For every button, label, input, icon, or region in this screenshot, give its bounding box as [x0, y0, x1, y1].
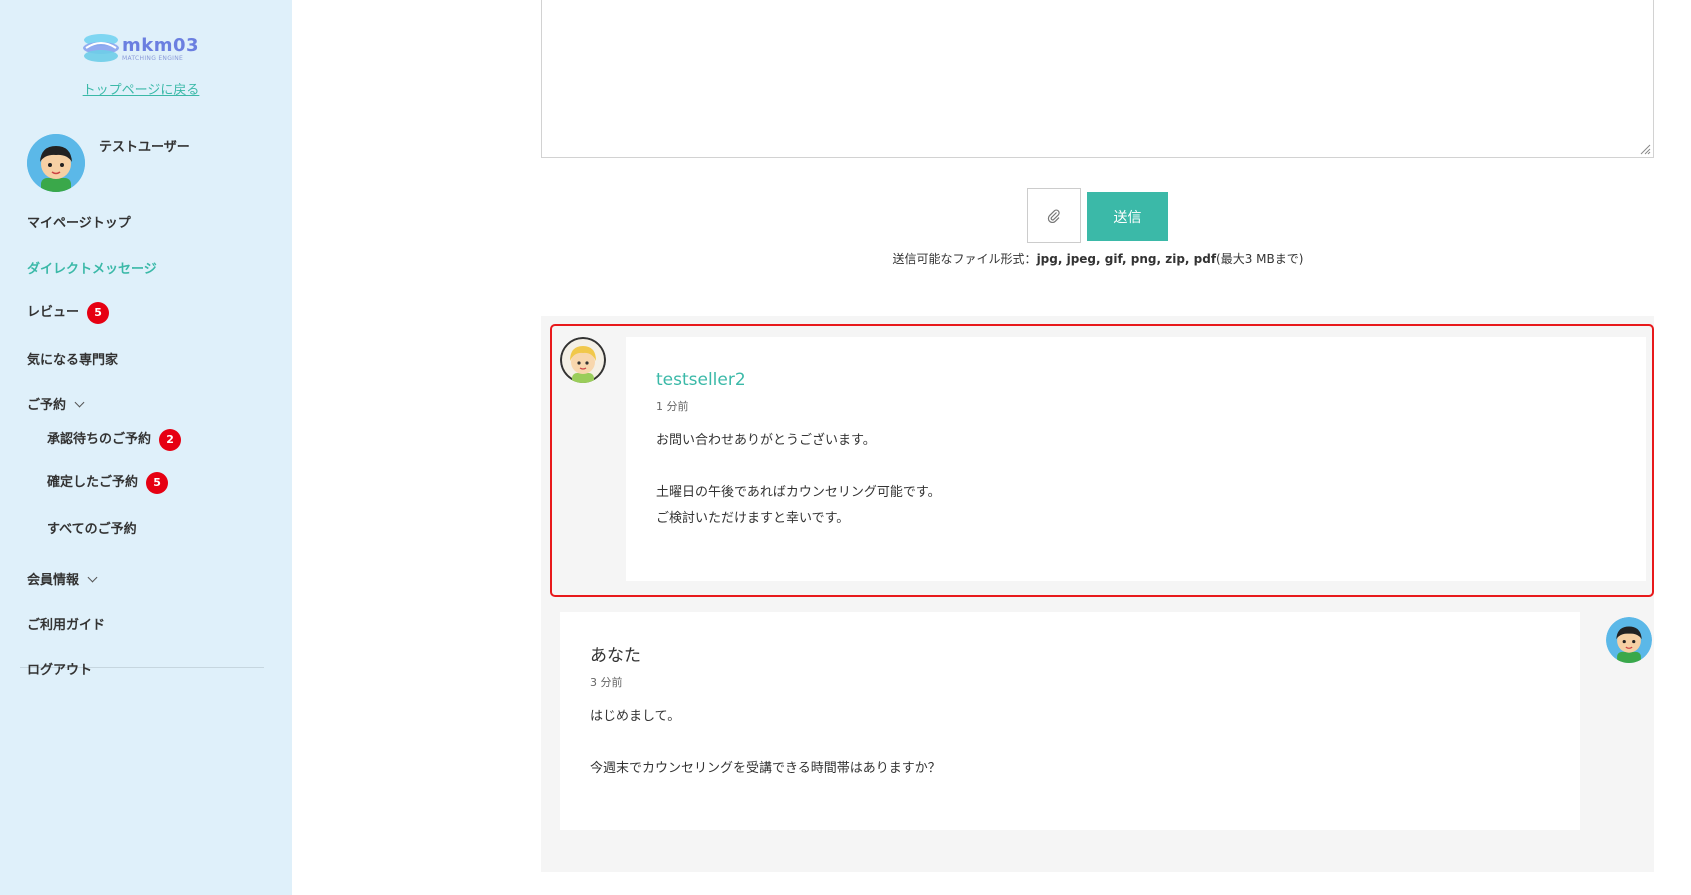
- message-thread: testseller2 1 分前 お問い合わせありがとうございます。 土曜日の午…: [541, 316, 1654, 872]
- logo-icon: [83, 34, 119, 62]
- message-line: 土曜日の午後であればカウンセリング可能です。: [656, 485, 941, 500]
- nav-mypage-top[interactable]: マイページトップ: [27, 212, 131, 231]
- message-body: はじめまして。 今週末でカウンセリングを受講できる時間帯はありますか？: [590, 704, 1550, 782]
- confirmed-count-badge: 5: [146, 471, 169, 494]
- message-line: はじめまして。: [590, 709, 681, 724]
- review-count-badge: 5: [87, 301, 110, 324]
- file-format-note: 送信可能なファイル形式：jpg, jpeg, gif, png, zip, pd…: [0, 250, 1691, 267]
- nav-label: マイページトップ: [27, 216, 131, 231]
- nav-label: 承認待ちのご予約: [47, 432, 152, 447]
- nav-label: 気になる専門家: [27, 353, 119, 368]
- seller-avatar[interactable]: [560, 337, 606, 383]
- nav-member-info[interactable]: 会員情報: [27, 569, 98, 588]
- nav-label: ご利用ガイド: [27, 618, 106, 633]
- message-line: [590, 730, 1550, 756]
- nav-confirmed-reservations[interactable]: 確定したご予約 5: [47, 471, 169, 494]
- message-textarea[interactable]: [541, 0, 1654, 158]
- message-time: 3 分前: [590, 676, 623, 689]
- message-card-me: あなた 3 分前 はじめまして。 今週末でカウンセリングを受講できる時間帯はあり…: [560, 612, 1580, 830]
- nav-label: 会員情報: [27, 573, 80, 588]
- logo-text: mkm03: [122, 35, 200, 56]
- nav-guide[interactable]: ご利用ガイド: [27, 614, 105, 633]
- nav-review[interactable]: レビュー 5: [27, 301, 110, 324]
- pending-count-badge: 2: [159, 428, 182, 451]
- logo-subtitle: MATCHING ENGINE: [122, 55, 184, 62]
- back-to-top-link[interactable]: トップページに戻る: [0, 79, 282, 98]
- boy-avatar-icon: [27, 134, 85, 192]
- attach-file-button[interactable]: [1027, 188, 1081, 243]
- message-body: お問い合わせありがとうございます。 土曜日の午後であればカウンセリング可能です。…: [656, 428, 1616, 532]
- chevron-down-icon: [87, 572, 98, 583]
- nav-logout[interactable]: ログアウト: [27, 659, 92, 678]
- paperclip-icon: [1047, 208, 1060, 223]
- nav-label: ご予約: [27, 398, 67, 413]
- user-name: テストユーザー: [99, 140, 190, 155]
- logo[interactable]: mkm03 MATCHING ENGINE: [82, 30, 199, 66]
- message-line: 今週末でカウンセリングを受講できる時間帯はありますか？: [590, 761, 941, 776]
- message-card-seller: testseller2 1 分前 お問い合わせありがとうございます。 土曜日の午…: [626, 337, 1646, 581]
- send-button[interactable]: 送信: [1087, 192, 1168, 241]
- nav-pending-reservations[interactable]: 承認待ちのご予約 2: [47, 428, 182, 451]
- blonde-avatar-icon: [560, 337, 606, 383]
- nav-label: すべてのご予約: [47, 522, 137, 537]
- message-sender: あなた: [590, 646, 641, 666]
- nav-all-reservations[interactable]: すべてのご予約: [47, 518, 137, 537]
- nav-favorites[interactable]: 気になる専門家: [27, 349, 118, 368]
- nav-label: 確定したご予約: [47, 475, 139, 490]
- user-avatar[interactable]: [27, 134, 85, 192]
- nav-label: レビュー: [27, 305, 80, 320]
- file-note-limit: (最大3 MBまで): [1216, 252, 1304, 266]
- chevron-down-icon: [74, 397, 85, 408]
- sidebar: mkm03 MATCHING ENGINE トップページに戻る テストユーザー …: [0, 0, 292, 895]
- nav-reservations[interactable]: ご予約: [27, 394, 85, 413]
- resize-grip-icon[interactable]: [1639, 143, 1651, 155]
- message-line: お問い合わせありがとうございます。: [656, 433, 876, 448]
- boy-avatar-icon: [1606, 617, 1652, 663]
- file-note-prefix: 送信可能なファイル形式：: [892, 252, 1037, 266]
- message-time: 1 分前: [656, 400, 689, 413]
- message-line: [656, 454, 1616, 480]
- message-line: ご検討いただけますと幸いです。: [656, 511, 850, 526]
- my-avatar[interactable]: [1606, 617, 1652, 663]
- message-sender[interactable]: testseller2: [656, 370, 1616, 390]
- file-note-formats: jpg, jpeg, gif, png, zip, pdf: [1036, 252, 1217, 266]
- nav-label: ログアウト: [27, 663, 93, 678]
